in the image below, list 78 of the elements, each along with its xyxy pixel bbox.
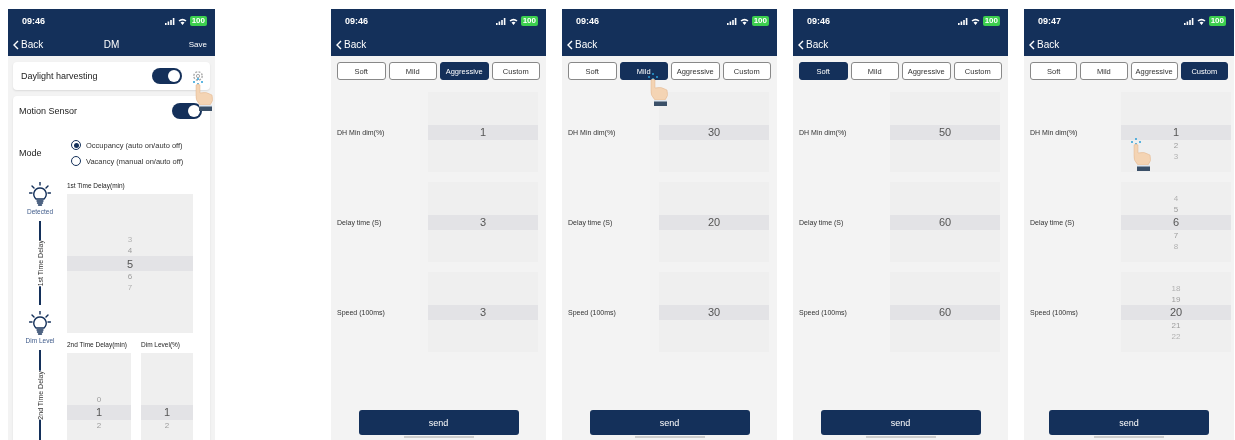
toggle-switch[interactable] (172, 103, 202, 119)
number-picker[interactable]: 30 (659, 272, 769, 352)
battery-level: 100 (520, 16, 538, 26)
number-picker[interactable]: 20 (659, 182, 769, 262)
number-picker[interactable]: 0 1 2 (67, 353, 131, 440)
send-button[interactable]: send (358, 410, 519, 435)
chevron-left-icon (13, 39, 19, 50)
chevron-left-icon (336, 39, 342, 50)
status-time: 09:46 (22, 16, 46, 26)
signal-icon (957, 17, 968, 25)
picker-selected-value[interactable]: 30 (707, 306, 721, 318)
status-time: 09:46 (576, 16, 600, 26)
picker-selected-value[interactable]: 50 (938, 126, 952, 138)
chevron-left-icon (1029, 39, 1035, 50)
picker-selected-value[interactable]: 1 (1172, 126, 1180, 138)
picker-selected-value[interactable]: 6 (1172, 216, 1180, 228)
home-indicator (634, 436, 705, 438)
signal-icon (726, 17, 737, 25)
number-picker[interactable]: 60 (890, 272, 1000, 352)
setting-label: Daylight harvesting (21, 71, 98, 81)
back-label[interactable]: Back (575, 39, 598, 50)
number-picker[interactable]: 60 (890, 182, 1000, 262)
home-indicator (1094, 436, 1164, 438)
screen-title: DM (103, 39, 120, 50)
wifi-icon (508, 17, 518, 25)
back-button[interactable]: Back (336, 39, 367, 50)
mode-label: Mode (19, 148, 43, 158)
number-picker[interactable]: 3 (428, 272, 538, 352)
light-bulb-icon (29, 311, 51, 335)
toggle-switch[interactable] (152, 68, 182, 84)
signal-icon (1183, 17, 1194, 25)
setting-label: Motion Sensor (19, 106, 78, 116)
picker-selected-value[interactable]: 1 (95, 406, 103, 418)
chevron-left-icon (567, 39, 573, 50)
light-bulb-icon (29, 182, 51, 206)
back-label[interactable]: Back (344, 39, 367, 50)
battery-level: 100 (982, 16, 1000, 26)
chevron-left-icon (798, 39, 804, 50)
wifi-icon (177, 17, 187, 25)
picker-selected-value[interactable]: 60 (938, 306, 952, 318)
send-button[interactable]: send (589, 410, 750, 435)
back-button[interactable]: Back (1029, 39, 1060, 50)
picker-selected-value[interactable]: 1 (479, 126, 487, 138)
save-button[interactable]: Save (188, 40, 207, 49)
signal-icon (164, 17, 175, 25)
battery-level: 100 (1208, 16, 1226, 26)
back-label[interactable]: Back (21, 39, 44, 50)
send-button[interactable]: send (820, 410, 981, 435)
battery-level: 100 (751, 16, 769, 26)
back-button[interactable]: Back (798, 39, 829, 50)
picker-selected-value[interactable]: 5 (126, 257, 134, 270)
number-picker[interactable]: 1 2 (141, 353, 193, 440)
picker-selected-value[interactable]: 3 (479, 306, 487, 318)
picker-selected-value[interactable]: 20 (707, 216, 721, 228)
status-time: 09:47 (1038, 16, 1062, 26)
signal-icon (495, 17, 506, 25)
battery-level: 100 (189, 16, 207, 26)
number-picker[interactable]: 30 (659, 92, 769, 172)
picker-selected-value[interactable]: 3 (479, 216, 487, 228)
picker-selected-value[interactable]: 1 (163, 406, 171, 418)
back-button[interactable]: Back (567, 39, 598, 50)
picker-selected-value[interactable]: 60 (938, 216, 952, 228)
status-time: 09:46 (807, 16, 831, 26)
wifi-icon (1196, 17, 1206, 25)
number-picker[interactable]: 1 (428, 92, 538, 172)
picker-selected-value[interactable]: 30 (707, 126, 721, 138)
wifi-icon (739, 17, 749, 25)
number-picker[interactable]: 3 (428, 182, 538, 262)
picker-selected-value[interactable]: 20 (1169, 306, 1183, 318)
status-time: 09:46 (345, 16, 369, 26)
number-picker[interactable]: 50 (890, 92, 1000, 172)
wifi-icon (970, 17, 980, 25)
back-label[interactable]: Back (806, 39, 829, 50)
home-indicator (403, 436, 474, 438)
home-indicator (865, 436, 936, 438)
back-button[interactable]: Back (13, 39, 44, 50)
back-label[interactable]: Back (1037, 39, 1060, 50)
send-button[interactable]: send (1049, 410, 1209, 435)
